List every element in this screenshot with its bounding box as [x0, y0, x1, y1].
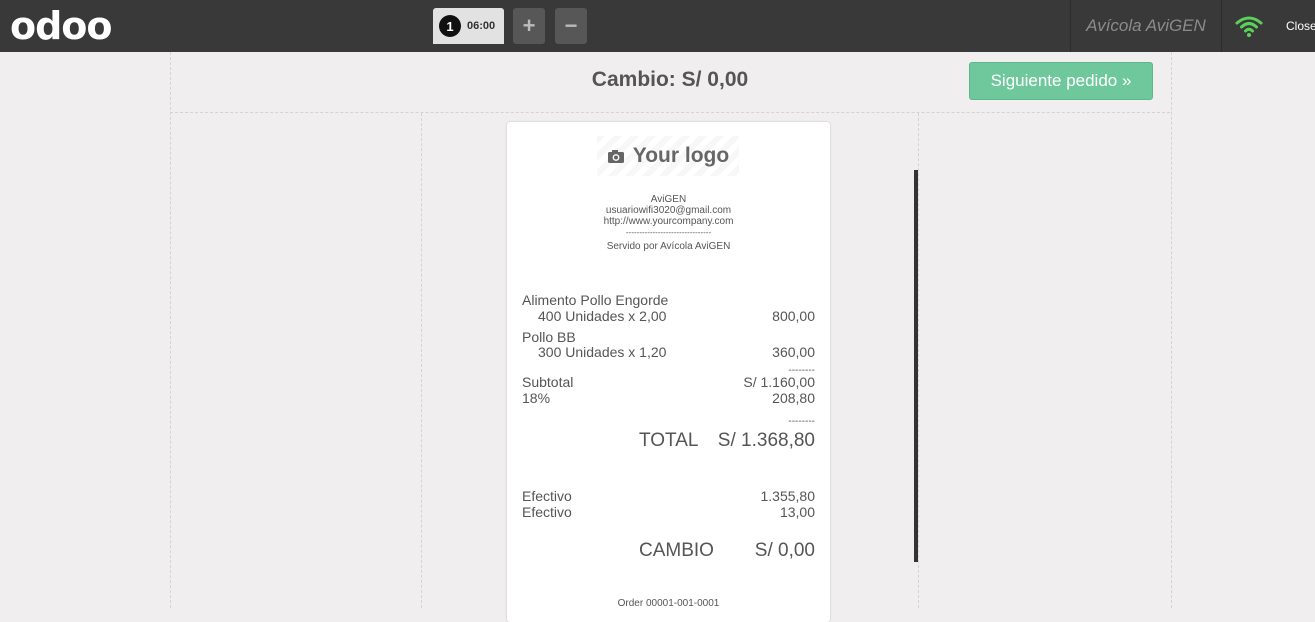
tax-value: 208,80	[772, 390, 815, 406]
total-label: TOTAL	[639, 430, 699, 451]
wifi-icon[interactable]	[1234, 14, 1264, 38]
column-divider-right	[918, 113, 919, 608]
total-separator: --------	[788, 416, 815, 427]
payment-method: Efectivo	[522, 488, 572, 504]
next-order-button[interactable]: Siguiente pedido »	[969, 62, 1153, 100]
company-name: AviGEN	[650, 194, 687, 205]
line-amount: 800,00	[772, 308, 815, 324]
order-tab[interactable]: 1 06:00	[433, 8, 504, 44]
order-reference: Order 00001-001-0001	[617, 598, 720, 609]
odoo-logo: odoo	[10, 4, 113, 48]
quantity-price: 400 Unidades x 2,00	[538, 308, 667, 324]
add-order-button[interactable]: +	[513, 8, 545, 44]
company-logo-placeholder: Your logo	[597, 136, 739, 176]
company-email: usuariowifi3020@gmail.com	[605, 205, 732, 216]
payment-amount: 1.355,80	[760, 488, 816, 504]
order-number-badge: 1	[439, 15, 461, 37]
payment-method: Efectivo	[522, 504, 572, 520]
column-divider-left	[421, 113, 422, 608]
camera-icon	[607, 150, 624, 163]
subtotal-label: Subtotal	[522, 374, 574, 390]
subtotal-value: S/ 1.160,00	[743, 374, 815, 390]
shop-name: Avícola AviGEN	[1070, 0, 1222, 52]
order-time: 06:00	[467, 20, 496, 32]
served-by: Servido por Avícola AviGEN	[606, 241, 731, 252]
change-label: CAMBIO	[639, 540, 714, 561]
tax-label: 18%	[522, 390, 551, 406]
payment-amount: 13,00	[779, 504, 815, 520]
header-separator: --------------------------------	[625, 228, 712, 237]
receipt: Your logo AviGEN usuariowifi3020@gmail.c…	[507, 122, 830, 622]
receipt-scrollbar[interactable]	[914, 170, 918, 562]
product-name: Alimento Pollo Engorde	[522, 292, 669, 308]
total-value: S/ 1.368,80	[717, 430, 815, 451]
product-name: Pollo BB	[522, 329, 576, 345]
close-button[interactable]: Close	[1286, 0, 1315, 52]
change-value: S/ 0,00	[754, 540, 815, 561]
company-website: http://www.yourcompany.com	[603, 216, 734, 227]
quantity-price: 300 Unidades x 1,20	[538, 344, 667, 360]
top-bar: odoo 1 06:00 + − Avícola AviGEN Close	[0, 0, 1315, 52]
logo-text: Your logo	[632, 144, 730, 167]
line-amount: 360,00	[772, 344, 815, 360]
remove-order-button[interactable]: −	[555, 8, 587, 44]
